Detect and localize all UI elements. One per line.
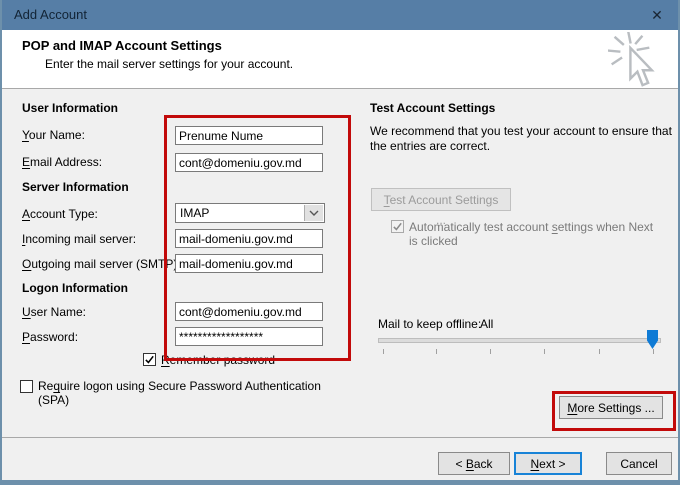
wizard-header: POP and IMAP Account Settings Enter the … — [0, 30, 680, 89]
test-description-line1: We recommend that you test your account … — [370, 124, 672, 138]
offline-slider-thumb[interactable] — [647, 330, 658, 349]
logon-information-heading: Logon Information — [22, 281, 128, 295]
user-name-label: User Name: — [22, 305, 86, 319]
user-name-input[interactable] — [175, 302, 323, 321]
page-subtitle: Enter the mail server settings for your … — [45, 57, 293, 71]
checkmark-icon — [144, 354, 155, 365]
page-title: POP and IMAP Account Settings — [22, 38, 222, 53]
back-button[interactable]: < Back — [438, 452, 510, 475]
offline-slider-track[interactable] — [378, 338, 661, 343]
slider-tick — [544, 349, 545, 354]
test-account-settings-heading: Test Account Settings — [370, 101, 495, 115]
slider-tick — [383, 349, 384, 354]
email-address-label: Email Address: — [22, 155, 102, 169]
spa-checkbox[interactable] — [20, 380, 33, 393]
your-name-input[interactable] — [175, 126, 323, 145]
offline-value: All — [480, 317, 493, 331]
checkmark-icon — [392, 221, 403, 232]
next-button[interactable]: Next > — [514, 452, 582, 475]
slider-tick — [490, 349, 491, 354]
account-type-value: IMAP — [180, 206, 209, 220]
test-description-line2: the entries are correct. — [370, 139, 490, 153]
chevron-down-icon[interactable] — [304, 205, 323, 221]
test-account-settings-button: Test Account Settings ... — [371, 188, 511, 211]
close-icon[interactable]: ✕ — [640, 0, 674, 30]
cancel-button[interactable]: Cancel — [606, 452, 672, 475]
spa-label: Require logon using Secure Password Auth… — [38, 379, 350, 407]
account-type-label: Account Type: — [22, 207, 98, 221]
title-bar: Add Account ✕ — [0, 0, 680, 30]
your-name-label: Your Name: — [22, 128, 85, 142]
user-information-heading: User Information — [22, 101, 118, 115]
offline-label: Mail to keep offline: — [378, 317, 481, 331]
auto-test-checkbox — [391, 220, 404, 233]
password-label: Password: — [22, 330, 78, 344]
window-title: Add Account — [14, 0, 87, 30]
outgoing-server-input[interactable] — [175, 254, 323, 273]
sparkle-cursor-icon — [608, 32, 664, 91]
incoming-server-label: Incoming mail server: — [22, 232, 136, 246]
more-settings-button[interactable]: More Settings ... — [559, 396, 663, 419]
incoming-server-input[interactable] — [175, 229, 323, 248]
email-address-input[interactable] — [175, 153, 323, 172]
slider-tick — [436, 349, 437, 354]
footer-divider — [2, 437, 678, 438]
slider-tick — [653, 349, 654, 354]
remember-password-checkbox[interactable] — [143, 353, 156, 366]
slider-tick — [599, 349, 600, 354]
account-type-dropdown[interactable]: IMAP — [175, 203, 325, 223]
password-input[interactable] — [175, 327, 323, 346]
add-account-dialog: Add Account ✕ POP and IMAP Account Setti… — [0, 0, 680, 485]
server-information-heading: Server Information — [22, 180, 129, 194]
outgoing-server-label: Outgoing mail server (SMTP): — [22, 257, 181, 271]
auto-test-label: Automatically test account settings when… — [409, 220, 661, 248]
remember-password-label: Remember password — [161, 353, 275, 367]
